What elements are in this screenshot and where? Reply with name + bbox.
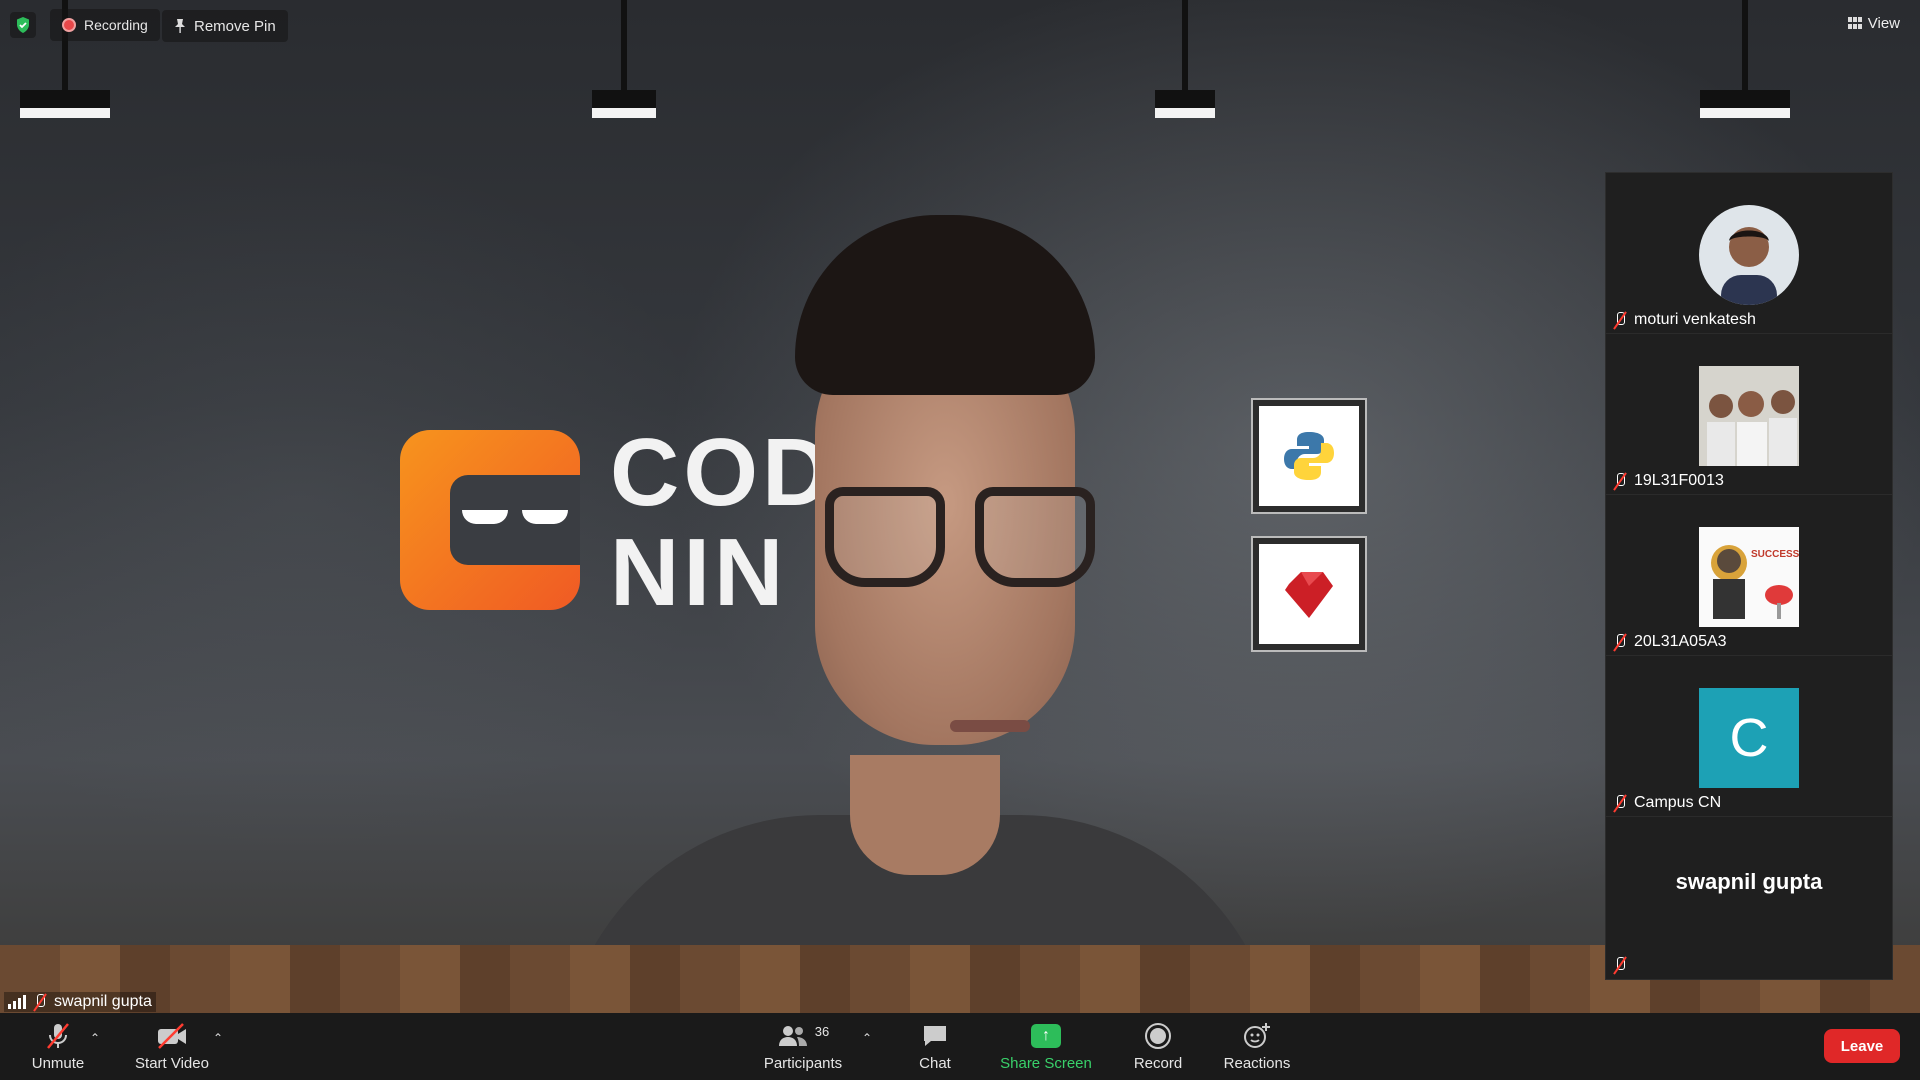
poster-text: SUCCESS [1751,549,1799,560]
participant-avatar [1699,366,1799,466]
participants-label: Participants [763,1055,843,1072]
speaker-name-label: swapnil gupta [4,992,156,1012]
connection-signal-icon [8,995,26,1009]
record-icon [1145,1023,1171,1049]
speaker-mouth [950,720,1030,732]
share-screen-label: Share Screen [1000,1055,1092,1072]
participant-tile[interactable]: moturi venkatesh [1606,173,1892,334]
speaker-person [560,215,1280,1013]
logo-eye [522,510,568,524]
share-screen-button[interactable]: ↑ Share Screen [998,1021,1094,1072]
recording-label: Recording [84,17,148,33]
view-button[interactable]: View [1840,10,1908,36]
ceiling-lamp [1155,0,1215,118]
muted-mic-icon [1612,472,1628,490]
leave-button[interactable]: Leave [1824,1029,1900,1063]
meeting-toolbar: Unmute ⌃ Start Video ⌃ 36 Participants ⌃… [0,1013,1920,1080]
participant-name: swapnil gupta [1675,869,1823,894]
start-video-label: Start Video [135,1055,209,1072]
record-button[interactable]: Record [1130,1021,1186,1072]
muted-mic-icon [32,993,48,1011]
grid-view-icon [1847,17,1862,29]
reactions-button[interactable]: Reactions [1222,1021,1292,1072]
participant-name: moturi venkatesh [1634,311,1756,328]
security-shield-icon[interactable] [10,12,36,38]
view-label: View [1867,14,1900,32]
record-label: Record [1133,1055,1183,1072]
chat-icon [924,1026,946,1046]
remove-pin-label: Remove Pin [194,17,276,35]
video-options-chevron-up-icon[interactable]: ⌃ [213,1031,223,1045]
muted-mic-icon [1612,633,1628,651]
participants-button[interactable]: 36 Participants [762,1021,844,1073]
chat-button[interactable]: Chat [910,1021,960,1072]
chat-label: Chat [919,1055,951,1072]
muted-mic-icon [1612,956,1628,974]
participant-tile[interactable]: C Campus CN [1606,656,1892,817]
participant-avatar: SUCCESS [1699,527,1799,627]
participant-gallery[interactable]: moturi venkatesh 19L31F0013 SUCCESS 20L3… [1605,172,1893,980]
participant-tile[interactable]: swapnil gupta [1606,817,1892,978]
recording-indicator[interactable]: Recording [50,9,160,41]
participant-tile[interactable]: SUCCESS 20L31A05A3 [1606,495,1892,656]
logo-eye [462,510,508,524]
participants-options-chevron-up-icon[interactable]: ⌃ [862,1031,872,1045]
muted-mic-icon [1612,794,1628,812]
unmute-label: Unmute [31,1055,85,1072]
unmute-button[interactable]: Unmute [22,1021,94,1072]
recording-dot-icon [62,18,76,32]
participants-count: 36 [814,1023,830,1039]
share-screen-icon: ↑ [1031,1024,1061,1048]
participant-tile[interactable]: 19L31F0013 [1606,334,1892,495]
participant-name: 19L31F0013 [1634,472,1724,489]
speaker-neck [850,755,1000,875]
mic-muted-icon [47,1023,69,1049]
participants-icon [778,1026,807,1046]
muted-mic-icon [1612,311,1628,329]
remove-pin-button[interactable]: Remove Pin [162,10,288,42]
speaker-name: swapnil gupta [54,993,152,1010]
participant-name: 20L31A05A3 [1634,633,1727,650]
ceiling-lamp [592,0,656,118]
reactions-label: Reactions [1223,1055,1291,1072]
participant-name: Campus CN [1634,794,1722,811]
start-video-button[interactable]: Start Video [132,1021,212,1072]
participant-avatar: C [1699,688,1799,788]
reactions-icon [1244,1023,1270,1048]
ceiling-lamp [1700,0,1790,118]
speaker-hair [795,215,1095,395]
audio-options-chevron-up-icon[interactable]: ⌃ [90,1031,100,1045]
speaker-glasses [825,487,1095,597]
video-off-icon [158,1023,186,1049]
pin-icon [175,19,185,33]
participant-avatar [1699,205,1799,305]
